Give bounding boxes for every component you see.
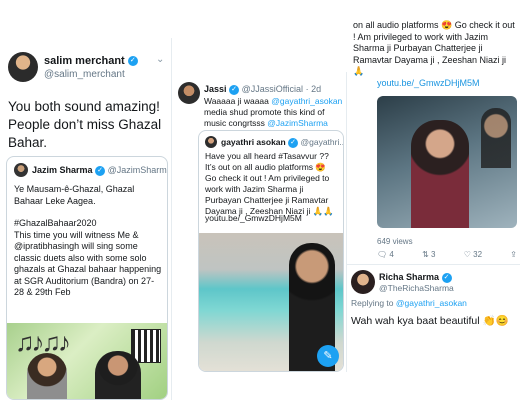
gayathri-tweet-continued[interactable]: on all audio platforms 😍 Go check it out… (347, 0, 520, 400)
salim-tweet[interactable]: salim merchant ✓ @salim_merchant ⌄ You b… (0, 38, 172, 400)
divider (347, 264, 520, 265)
jazim-name: Jazim Sharma (32, 165, 93, 175)
verified-icon: ✓ (441, 272, 452, 283)
retweet-button[interactable]: ⇅ 3 (422, 250, 435, 259)
like-icon: ♡ (463, 250, 471, 259)
gayathri-tweet-text-continued: on all audio platforms 😍 Go check it out… (353, 20, 515, 76)
view-count: 649 views (377, 237, 413, 246)
salim-tweet-text: You both sound amazing! People don’t mis… (8, 99, 162, 150)
jassi-handle[interactable]: @JJassiOfficial (242, 84, 303, 94)
gayathri-header: gayathri asokan ✓ @gayathri... · 2d (221, 137, 344, 148)
retweet-count: 3 (431, 250, 436, 259)
jassi-tweet[interactable]: Jassi ✓ @JJassiOfficial · 2d Waaaaa ji w… (172, 72, 347, 372)
richa-avatar[interactable] (351, 270, 375, 294)
compose-icon[interactable]: ✎ (317, 345, 339, 367)
chevron-down-icon[interactable]: ⌄ (156, 54, 164, 65)
gayathri-name: gayathri asokan (221, 137, 286, 147)
like-count: 32 (473, 250, 483, 259)
separator-dot: · (305, 84, 309, 94)
jassi-name[interactable]: Jassi (204, 84, 227, 94)
gayathri-tweet-text: Have you all heard #Tasavvur ?? It’s out… (205, 151, 334, 216)
jazim-avatar (14, 163, 28, 177)
jassi-text-1: Waaaaa ji waaaa (204, 96, 272, 106)
gayathri-video-thumbnail[interactable]: ✎ (199, 233, 343, 371)
gayathri-quoted-tweet[interactable]: gayathri asokan ✓ @gayathri... · 2d Have… (198, 130, 344, 372)
jazim-tweet-text: Ye Mausam-ê-Ghazal, Ghazal Bahaar Leke A… (14, 184, 164, 299)
jassi-header: Jassi ✓ @JJassiOfficial · 2d (204, 84, 321, 95)
salim-handle[interactable]: @salim_merchant (44, 69, 125, 80)
tweet-actions: 🗨 4 ⇅ 3 ♡ 32 ⇪ (377, 250, 517, 259)
reply-count: 4 (389, 250, 394, 259)
like-button[interactable]: ♡ 32 (464, 250, 482, 259)
singer-man (95, 351, 141, 399)
gayathri-avatar (205, 136, 217, 148)
youtube-link[interactable]: youtu.be/_GmwzDHjM5M (377, 78, 480, 88)
richa-name-row: Richa Sharma ✓ (379, 272, 452, 283)
salim-name[interactable]: salim merchant (44, 55, 125, 67)
share-button[interactable]: ⇪ (510, 250, 517, 259)
singer-woman (27, 353, 67, 399)
video-singer-figure (411, 120, 469, 228)
reply-icon: 🗨 (377, 250, 388, 259)
mention-gayathri[interactable]: @gayathri_asokan (271, 96, 342, 106)
jassi-avatar[interactable] (178, 82, 200, 104)
share-icon: ⇪ (510, 250, 517, 259)
jazim-handle: @JazimSharma (107, 165, 168, 175)
replying-to-label: Replying to (351, 298, 396, 308)
jazim-header: Jazim Sharma ✓ @JazimSharma · 1d (32, 165, 168, 176)
replying-to: Replying to @gayathri_asokan (351, 298, 467, 308)
mention-gayathri[interactable]: @gayathri_asokan (396, 298, 467, 308)
richa-handle[interactable]: @TheRichaSharma (379, 283, 454, 293)
retweet-icon: ⇅ (422, 250, 429, 259)
verified-icon: ✓ (288, 137, 299, 148)
verified-icon: ✓ (229, 84, 240, 95)
gayathri-handle: @gayathri... (300, 137, 344, 147)
verified-icon: ✓ (95, 165, 106, 176)
jazim-line-3: This time you will witness Me & @ipratib… (14, 229, 162, 298)
jazim-tweet-image[interactable]: ♫♪♫♪ (7, 323, 167, 399)
gayathri-youtube-link[interactable]: youtu.be/_GmwzDHjM5M (205, 213, 302, 223)
richa-tweet-text: Wah wah kya baat beautiful 👏😊 (351, 315, 509, 327)
salim-avatar[interactable] (8, 52, 38, 82)
mention-jazim[interactable]: @JazimSharma (267, 118, 328, 128)
jazim-quoted-tweet[interactable]: Jazim Sharma ✓ @JazimSharma · 1d Ye Maus… (6, 156, 168, 400)
video-background-figure (481, 108, 511, 168)
jassi-time[interactable]: 2d (311, 84, 321, 94)
salim-name-row: salim merchant ✓ (44, 55, 138, 67)
richa-name[interactable]: Richa Sharma (379, 272, 439, 282)
jazim-hashtag: #GhazalBahaar2020 (14, 218, 97, 228)
video-player[interactable] (377, 96, 517, 228)
jazim-line-1: Ye Mausam-ê-Ghazal, Ghazal Bahaar Leke A… (14, 184, 135, 206)
reply-button[interactable]: 🗨 4 (377, 250, 394, 259)
verified-icon: ✓ (127, 56, 138, 67)
jassi-tweet-text: Waaaaa ji waaaa @gayathri_asokan media s… (204, 96, 344, 129)
